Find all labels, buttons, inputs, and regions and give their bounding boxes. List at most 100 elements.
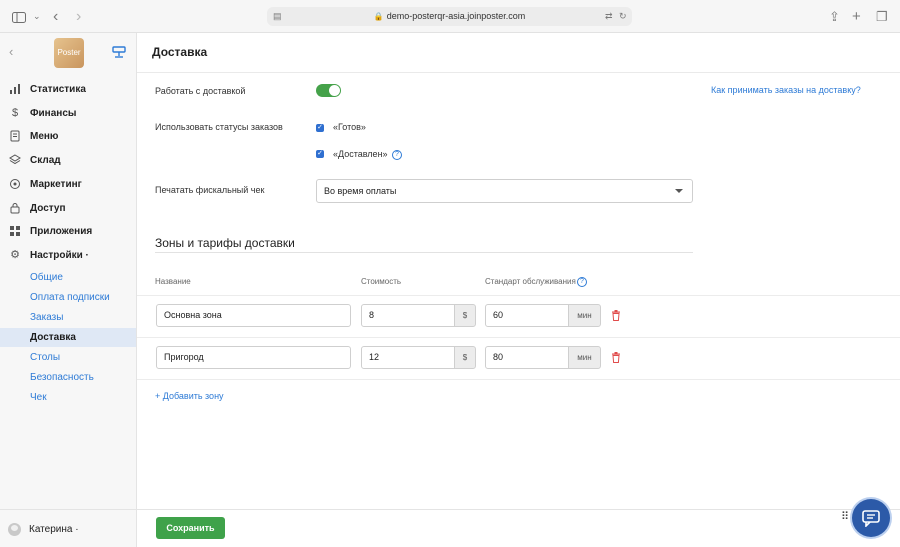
settings-item-subscription[interactable]: Оплата подписки (0, 288, 136, 307)
save-button[interactable]: Сохранить (156, 517, 225, 539)
nav-label: Финансы (30, 108, 77, 119)
divider (137, 379, 900, 380)
sidebar-icon[interactable] (12, 0, 26, 33)
reload-icon[interactable]: ↻ (619, 7, 627, 26)
delivery-help-link[interactable]: Как принимать заказы на доставку? (711, 85, 861, 95)
document-icon (9, 130, 21, 142)
nav-label: Настройки · (30, 250, 89, 261)
gear-icon: ⚙ (10, 249, 20, 261)
zones-title: Зоны и тарифы доставки (155, 236, 295, 250)
delivery-toggle[interactable] (316, 84, 341, 97)
question-icon[interactable]: ? (392, 150, 402, 160)
minutes-addon: мин (568, 346, 601, 369)
lock-icon: 🔒 (373, 12, 384, 21)
nav-label: Маркетинг (30, 179, 82, 190)
settings-item-label: Чек (30, 392, 47, 403)
currency-addon: $ (454, 346, 476, 369)
column-header-standard: Стандарт обслуживания (485, 277, 576, 286)
trash-icon[interactable] (611, 310, 621, 321)
minutes-addon: мин (568, 304, 601, 327)
nav-label: Приложения (30, 226, 93, 237)
avatar (8, 523, 21, 536)
zone-standard-input[interactable]: 80 (485, 346, 571, 369)
chevron-left-icon[interactable]: ‹ (9, 44, 13, 59)
nav-label: Меню (30, 131, 59, 142)
drag-handle-icon[interactable]: ⠿ (841, 511, 849, 524)
layers-icon (9, 154, 21, 166)
dollar-icon: $ (11, 107, 19, 119)
settings-item-label: Общие (30, 272, 63, 283)
divider (137, 337, 900, 338)
share-icon[interactable]: ⇪ (829, 0, 840, 33)
zone-cost-input[interactable]: 12 (361, 346, 457, 369)
fiscal-receipt-label: Печатать фискальный чек (155, 185, 265, 195)
divider (137, 295, 900, 296)
sidebar: ‹ Poster Статистика $ Финансы Меню Склад… (0, 33, 137, 547)
zone-cost-input[interactable]: 8 (361, 304, 457, 327)
nav-item-access[interactable]: Доступ (0, 199, 136, 219)
settings-item-security[interactable]: Безопасность (0, 368, 136, 387)
chevron-down-icon[interactable]: ⌄ (33, 0, 41, 33)
divider (137, 509, 900, 510)
order-statuses-label: Использовать статусы заказов (155, 122, 283, 132)
user-name: Катерина · (29, 524, 79, 535)
translate-icon[interactable]: ⇄ (605, 7, 613, 26)
lock-icon (9, 202, 21, 214)
settings-item-label: Заказы (30, 312, 64, 323)
settings-item-general[interactable]: Общие (0, 268, 136, 287)
nav-label: Статистика (30, 84, 86, 95)
page-title: Доставка (152, 45, 208, 59)
browser-toolbar: ⌄ ‹ › ▤ 🔒 demo-posterqr-asia.joinposter.c… (0, 0, 900, 33)
delivered-status-checkbox[interactable]: ✓ (316, 150, 324, 158)
nav-item-warehouse[interactable]: Склад (0, 151, 136, 171)
forward-icon[interactable]: › (76, 0, 81, 33)
zone-name-input[interactable]: Основна зона (156, 304, 351, 327)
trash-icon[interactable] (611, 352, 621, 363)
fiscal-receipt-value: Во время оплаты (324, 186, 397, 196)
url-text: demo-posterqr-asia.joinposter.com (386, 11, 526, 21)
grid-icon (9, 225, 21, 237)
ready-status-label: «Готов» (333, 122, 366, 132)
tabs-icon[interactable]: ❐ (876, 0, 888, 33)
settings-item-label: Доставка (30, 332, 76, 343)
nav-item-settings[interactable]: ⚙ Настройки · (0, 246, 136, 266)
caret-down-icon (675, 189, 683, 193)
chat-icon (862, 510, 880, 527)
settings-item-receipt[interactable]: Чек (0, 388, 136, 407)
ready-status-checkbox[interactable]: ✓ (316, 124, 324, 132)
divider (155, 252, 693, 253)
chat-button[interactable] (852, 499, 890, 537)
add-zone-link[interactable]: + Добавить зону (155, 391, 224, 401)
nav-item-statistics[interactable]: Статистика (0, 80, 136, 100)
column-header-name: Название (155, 277, 191, 286)
settings-item-delivery[interactable]: Доставка (0, 328, 136, 347)
delivered-status-label: «Доставлен» (333, 149, 388, 159)
zone-name-input[interactable]: Пригород (156, 346, 351, 369)
main-content: Доставка Работать с доставкой Как приним… (137, 33, 900, 547)
target-icon (9, 178, 21, 190)
column-header-cost: Стоимость (361, 277, 402, 286)
zone-standard-input[interactable]: 60 (485, 304, 571, 327)
work-with-delivery-label: Работать с доставкой (155, 86, 246, 96)
plus-icon[interactable]: + (852, 0, 861, 33)
nav-label: Склад (30, 155, 61, 166)
currency-addon: $ (454, 304, 476, 327)
nav-item-menu[interactable]: Меню (0, 127, 136, 147)
settings-item-label: Оплата подписки (30, 292, 110, 303)
settings-item-label: Безопасность (30, 372, 94, 383)
fiscal-receipt-select[interactable]: Во время оплаты (316, 179, 693, 203)
back-icon[interactable]: ‹ (53, 0, 58, 33)
settings-item-orders[interactable]: Заказы (0, 308, 136, 327)
nav-item-finance[interactable]: $ Финансы (0, 104, 136, 124)
nav-item-marketing[interactable]: Маркетинг (0, 175, 136, 195)
user-menu[interactable]: Катерина · (0, 509, 136, 547)
settings-item-tables[interactable]: Столы (0, 348, 136, 367)
nav-item-apps[interactable]: Приложения (0, 222, 136, 242)
settings-item-label: Столы (30, 352, 61, 363)
bar-chart-icon (9, 83, 21, 95)
logo: Poster (54, 38, 84, 68)
divider (137, 72, 900, 73)
pos-terminal-icon[interactable] (112, 46, 126, 58)
address-bar[interactable]: ▤ 🔒 demo-posterqr-asia.joinposter.com ⇄ ↻ (267, 7, 632, 26)
question-icon[interactable]: ? (577, 277, 587, 287)
